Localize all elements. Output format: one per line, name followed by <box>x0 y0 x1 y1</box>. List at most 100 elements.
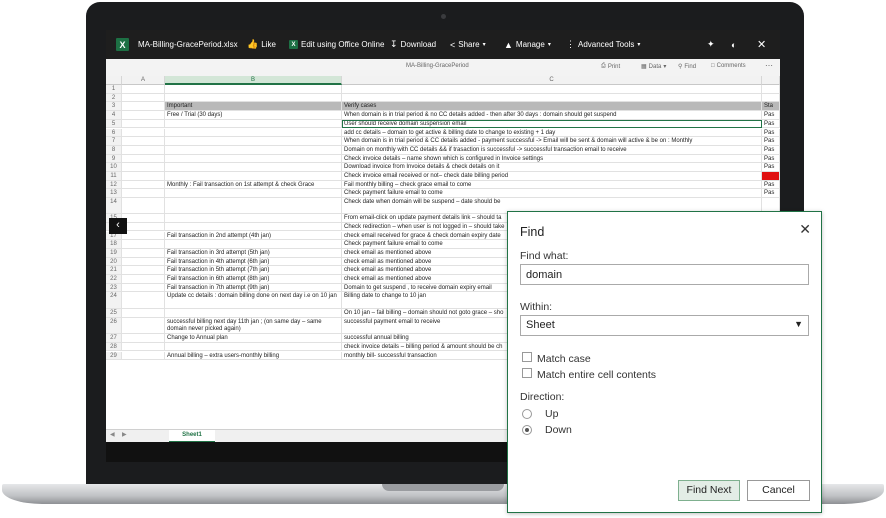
select-all-corner[interactable] <box>106 76 122 85</box>
cell-c[interactable]: When domain is in trial period & no CC d… <box>342 111 762 120</box>
share-button[interactable]: < Share ▾ <box>450 30 486 59</box>
cell-a[interactable] <box>122 214 165 223</box>
cell-d[interactable] <box>762 85 780 94</box>
cell-d[interactable] <box>762 172 780 181</box>
cell-a[interactable] <box>122 163 165 172</box>
cell-b[interactable]: Annual billing – extra users-monthly bil… <box>165 351 342 361</box>
close-icon[interactable]: ✕ <box>799 221 811 238</box>
cell-a[interactable] <box>122 137 165 146</box>
cell-b[interactable] <box>165 198 342 215</box>
find-button[interactable]: ⚲ Find <box>678 63 696 71</box>
match-entire-checkbox[interactable] <box>522 368 532 378</box>
view-button[interactable]: ◐ <box>731 30 736 59</box>
cell-a[interactable] <box>122 275 165 284</box>
column-header-d[interactable] <box>762 76 780 85</box>
cell-a[interactable] <box>122 351 165 361</box>
cell-a[interactable] <box>122 145 165 155</box>
cell-b[interactable]: Free / Trial (30 days) <box>165 111 342 120</box>
cell-c[interactable] <box>342 93 762 103</box>
cell-d[interactable]: Pas <box>762 163 780 172</box>
cell-b[interactable] <box>165 93 342 103</box>
print-button[interactable]: ⎙ Print <box>601 63 620 70</box>
cell-a[interactable] <box>122 180 165 190</box>
column-header-c[interactable]: C <box>342 76 762 85</box>
cell-b[interactable] <box>165 154 342 164</box>
cell-b[interactable] <box>165 119 342 129</box>
cell-a[interactable] <box>122 292 165 310</box>
find-next-button[interactable]: Find Next <box>678 480 740 501</box>
direction-down-radio[interactable] <box>522 425 532 435</box>
cell-b[interactable] <box>165 128 342 138</box>
cell-a[interactable] <box>122 231 165 241</box>
manage-button[interactable]: ▲ Manage ▾ <box>504 30 551 59</box>
cell-a[interactable] <box>122 222 165 232</box>
scroll-left-icon[interactable]: ◀ <box>110 431 115 438</box>
more-button[interactable]: ⋯ <box>765 61 773 70</box>
cell-b[interactable] <box>165 137 342 146</box>
direction-up-radio[interactable] <box>522 409 532 419</box>
cancel-button[interactable]: Cancel <box>747 480 810 501</box>
find-what-input[interactable] <box>520 264 809 285</box>
cell-c[interactable] <box>342 85 762 94</box>
cell-d[interactable]: Pas <box>762 119 780 129</box>
cell-d[interactable]: Pas <box>762 145 780 155</box>
match-case-checkbox[interactable] <box>522 352 532 362</box>
cell-d[interactable]: Pas <box>762 154 780 164</box>
cell-b[interactable]: Change to Annual plan <box>165 334 342 343</box>
cell-a[interactable] <box>122 257 165 267</box>
data-button[interactable]: ▦ Data ▾ <box>641 63 666 71</box>
cell-d[interactable]: Pas <box>762 180 780 190</box>
cell-a[interactable] <box>122 198 165 215</box>
cell-d[interactable] <box>762 93 780 103</box>
cell-b[interactable]: Important <box>165 102 342 112</box>
cell-a[interactable] <box>122 283 165 293</box>
cell-b[interactable]: Update cc details : domain billing done … <box>165 292 342 310</box>
comments-button[interactable]: □ Comments <box>711 63 746 69</box>
cell-a[interactable] <box>122 248 165 258</box>
cell-d[interactable]: Pas <box>762 128 780 138</box>
cell-c[interactable]: Check invoice email received or not– che… <box>342 172 762 181</box>
cell-b[interactable]: Fail transaction in 3rd attempt (5th jan… <box>165 248 342 258</box>
like-button[interactable]: 👍 Like <box>247 30 276 59</box>
cell-b[interactable]: Fail transaction in 5th attempt (7th jan… <box>165 266 342 275</box>
cell-b[interactable] <box>165 309 342 319</box>
cell-d[interactable]: Pas <box>762 137 780 146</box>
cell-a[interactable] <box>122 154 165 164</box>
cell-a[interactable] <box>122 102 165 112</box>
chevron-left-icon[interactable]: ‹ <box>109 218 127 234</box>
close-viewer-button[interactable]: ✕ <box>757 30 766 59</box>
advanced-tools-button[interactable]: ⋮ Advanced Tools ▾ <box>566 30 640 59</box>
cell-a[interactable] <box>122 240 165 249</box>
cell-c[interactable]: When domain is in trial period & CC deta… <box>342 137 762 146</box>
cell-b[interactable]: Fail transaction in 4th attempt (6th jan… <box>165 257 342 267</box>
cell-b[interactable]: Monthly : Fail transaction on 1st attemp… <box>165 180 342 190</box>
cell-a[interactable] <box>122 266 165 275</box>
column-header-a[interactable]: A <box>122 76 165 85</box>
cell-d[interactable]: Pas <box>762 189 780 199</box>
cell-b[interactable] <box>165 222 342 232</box>
cell-c[interactable]: User should receive domain suspension em… <box>342 119 762 129</box>
cell-b[interactable] <box>165 342 342 352</box>
cell-a[interactable] <box>122 119 165 129</box>
cell-a[interactable] <box>122 111 165 120</box>
cell-b[interactable] <box>165 163 342 172</box>
pin-button[interactable]: ✦ <box>707 30 715 59</box>
cell-a[interactable] <box>122 318 165 335</box>
cell-c[interactable]: Check payment failure email to come <box>342 189 762 199</box>
cell-a[interactable] <box>122 334 165 343</box>
cell-b[interactable]: Fail transaction in 7th attempt (9th jan… <box>165 283 342 293</box>
cell-b[interactable] <box>165 145 342 155</box>
cell-a[interactable] <box>122 189 165 199</box>
cell-b[interactable]: Fail transaction in 6th attempt (8th jan… <box>165 275 342 284</box>
cell-a[interactable] <box>122 128 165 138</box>
cell-a[interactable] <box>122 93 165 103</box>
cell-c[interactable]: Domain on monthly with CC details && if … <box>342 145 762 155</box>
cell-a[interactable] <box>122 342 165 352</box>
cell-b[interactable] <box>165 214 342 223</box>
cell-c[interactable]: add cc details – domain to get active & … <box>342 128 762 138</box>
column-header-b[interactable]: B <box>165 76 342 85</box>
cell-c[interactable]: Verify cases <box>342 102 762 112</box>
cell-d[interactable]: Sta <box>762 102 780 112</box>
cell-b[interactable] <box>165 189 342 199</box>
cell-b[interactable]: successful billing next day 11th jan ; (… <box>165 318 342 335</box>
